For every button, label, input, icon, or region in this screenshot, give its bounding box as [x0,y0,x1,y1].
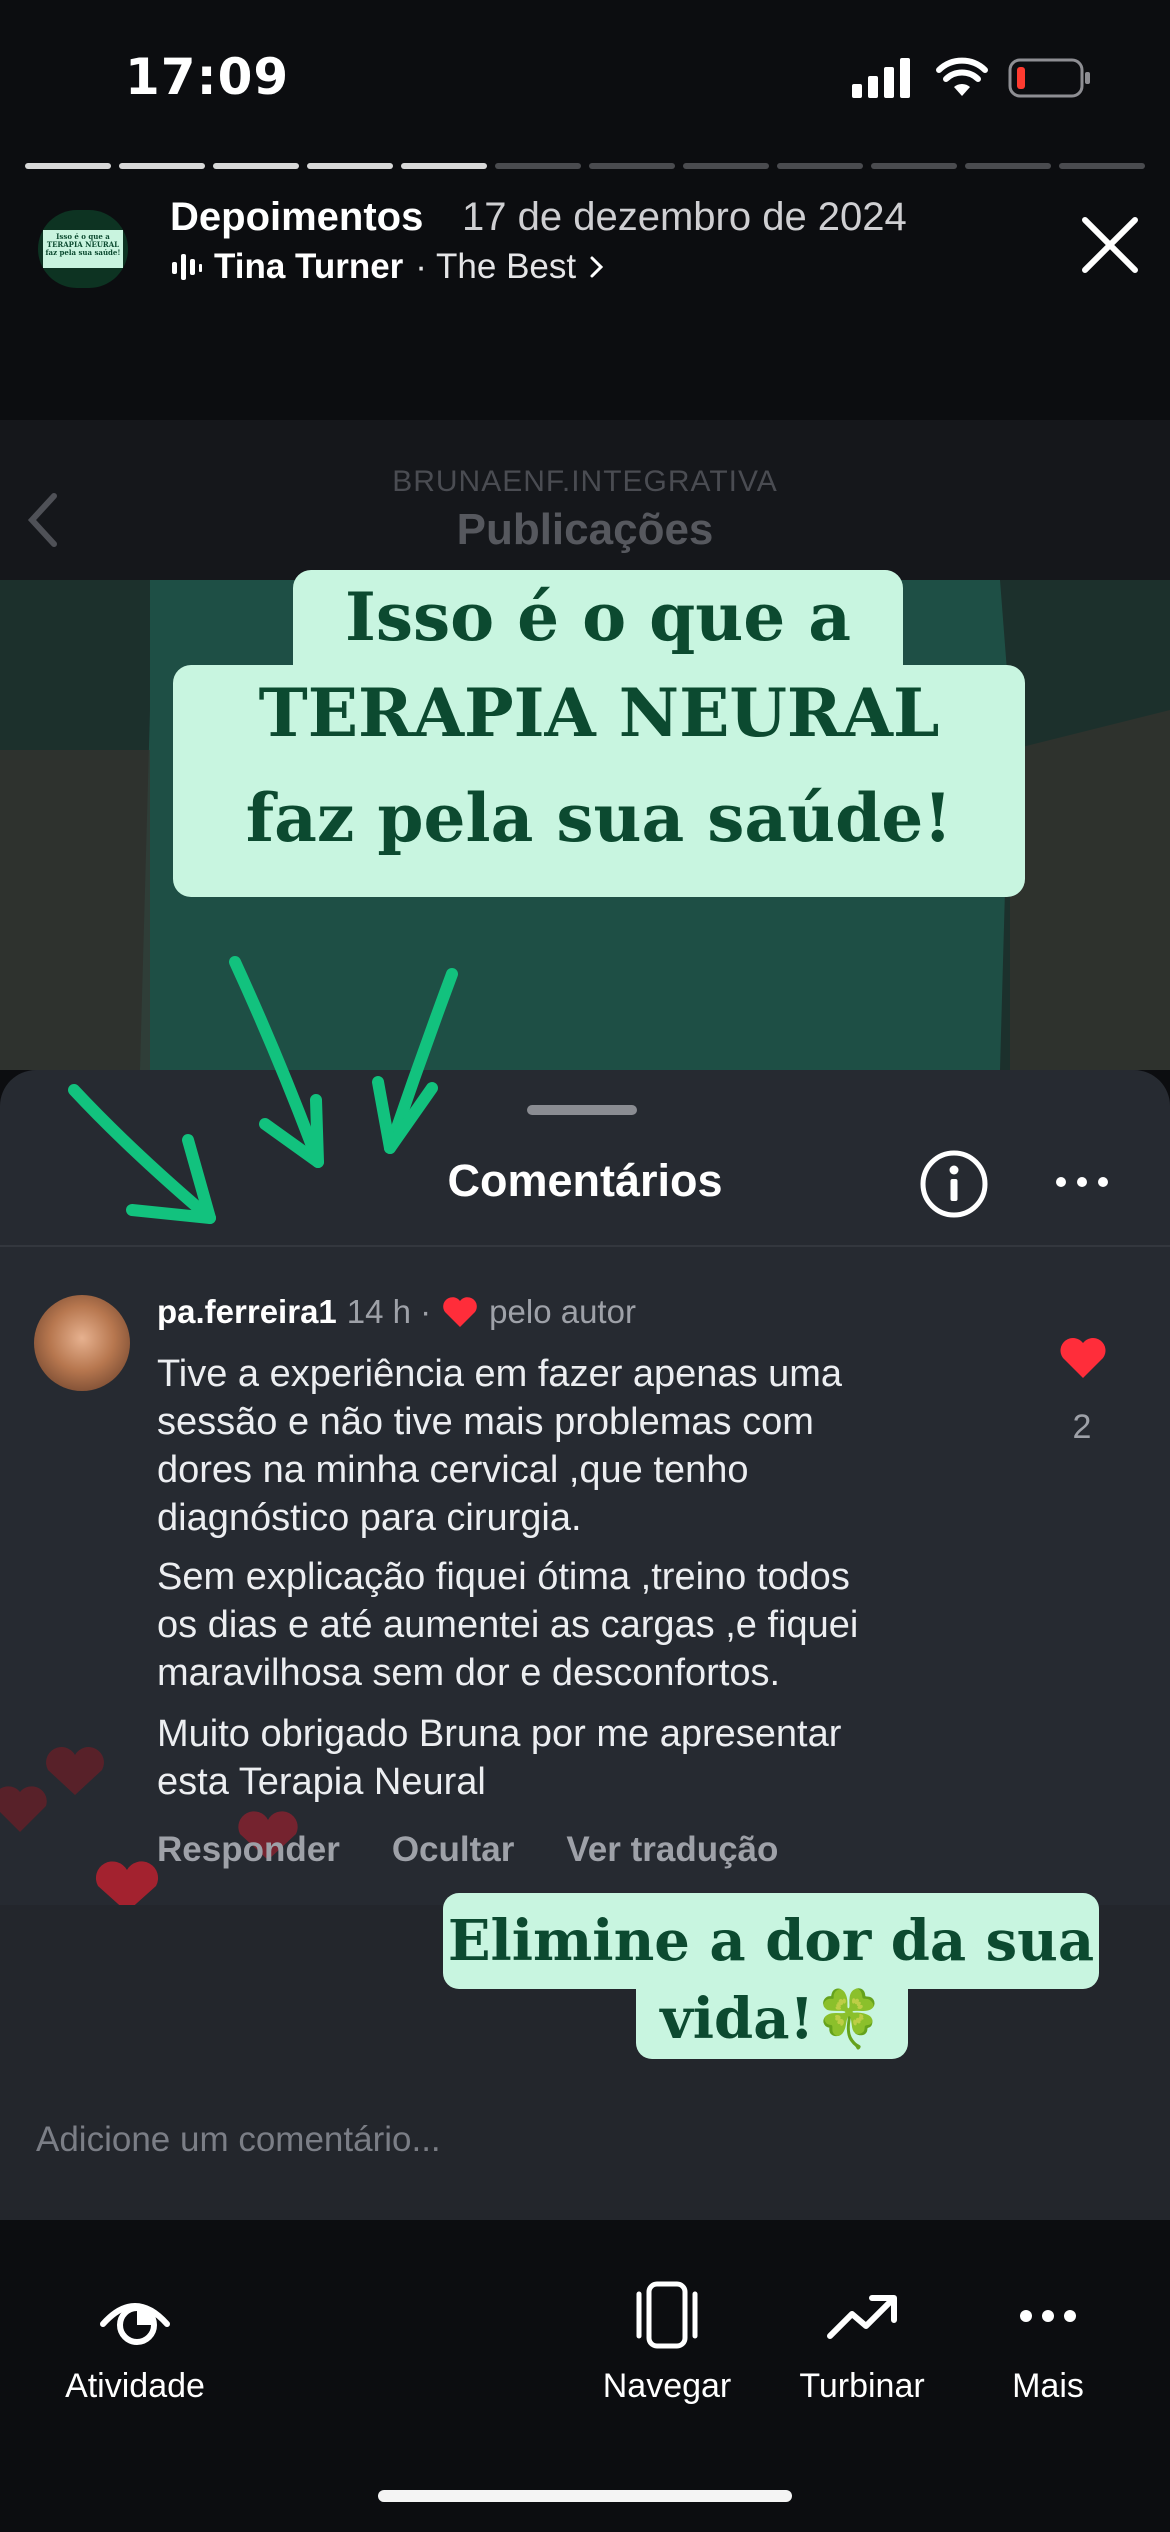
more-horizontal-icon [1020,2310,1076,2322]
progress-segment [495,163,581,169]
story-avatar[interactable]: Isso é o que a TERAPIA NEURAL faz pela sua… [38,210,128,288]
trending-up-icon [827,2295,897,2339]
status-bar: 17:09 [0,0,1170,150]
like-heart-icon[interactable] [1058,1335,1108,1381]
divider [0,1245,1170,1247]
post-account-name: BRUNAENF.INTEGRATIVA [392,465,778,498]
progress-segment [589,163,675,169]
comment-time: 14 h · [346,1293,432,1330]
story-progress-bar [25,163,1145,169]
music-attribution[interactable]: Tina Turner · The Best [172,247,606,287]
home-indicator[interactable] [378,2490,792,2502]
story-date: 17 de dezembro de 2024 [462,195,907,239]
comment-line: diagnóstico para cirurgia. [157,1497,582,1539]
audio-bars-icon [172,254,202,280]
story-avatar-thumbnail: Isso é o que a TERAPIA NEURAL faz pela sua… [43,230,123,268]
progress-segment [119,163,205,169]
sheet-drag-handle[interactable] [527,1105,637,1115]
post-section-title: Publicações [456,505,714,554]
headline-line-3: faz pela sua saúde! [173,762,1025,897]
comment-line: dores na minha cervical ,que tenho [157,1449,749,1491]
comment-actions: Responder Ocultar Ver tradução [157,1830,778,1870]
progress-segment [307,163,393,169]
nav-more[interactable]: Mais [958,2280,1138,2406]
progress-segment [683,163,769,169]
comment-paragraph: Tive a experiência em fazer apenas uma s… [157,1350,987,1542]
hide-button[interactable]: Ocultar [392,1830,515,1870]
progress-segment [965,163,1051,169]
nav-boost[interactable]: Turbinar [772,2280,952,2406]
progress-segment [1059,163,1145,169]
nav-browse[interactable]: Navegar [577,2280,757,2406]
comment-line: Sem explicação fiquei ótima ,treino todo… [157,1556,850,1598]
info-icon[interactable] [918,1148,990,1220]
more-options-icon[interactable] [1055,1170,1109,1194]
heart-icon [443,1297,477,1327]
nav-activity[interactable]: Atividade [45,2280,225,2406]
like-count: 2 [1072,1408,1092,1446]
battery-icon [1008,58,1090,98]
post-header [0,420,1170,580]
nav-browse-label: Navegar [602,2367,732,2405]
progress-segment [401,163,487,169]
liked-by-author-label: pelo autor [489,1293,636,1330]
nav-boost-label: Turbinar [799,2367,925,2405]
comment-line: maravilhosa sem dor e desconfortos. [157,1652,781,1694]
browse-icon [636,2281,698,2349]
close-icon[interactable] [1075,210,1145,280]
music-artist: Tina Turner [214,247,404,286]
music-song: · The Best [415,247,577,286]
status-time: 17:09 [125,48,290,106]
eye-icon [100,2303,170,2345]
reply-button[interactable]: Responder [157,1830,340,1870]
progress-segment [871,163,957,169]
footer-sticker-line-2: vida!🍀 [636,1989,908,2059]
comment-meta: pa.ferreira1 14 h · pelo autor [157,1293,636,1331]
comment-line: os dias e até aumentei as cargas ,e fiqu… [157,1604,859,1646]
nav-more-label: Mais [1012,2367,1084,2405]
translate-button[interactable]: Ver tradução [566,1830,778,1870]
nav-activity-label: Atividade [65,2367,205,2405]
progress-segment [213,163,299,169]
comment-avatar[interactable] [34,1295,130,1391]
comments-title: Comentários [447,1155,723,1206]
chevron-right-icon [590,256,604,278]
wifi-icon [936,57,988,96]
comment-username[interactable]: pa.ferreira1 [157,1293,337,1331]
comment-line: Tive a experiência em fazer apenas uma [157,1353,843,1395]
progress-segment [25,163,111,169]
footer-sticker-line-1: Elimine a dor da sua [443,1893,1099,1989]
comment-line: sessão e não tive mais problemas com [157,1401,814,1443]
progress-segment [777,163,863,169]
story-title[interactable]: Depoimentos [170,195,423,240]
headline-line-2: TERAPIA NEURAL [173,665,1025,762]
comment-paragraph: Sem explicação fiquei ótima ,treino todo… [157,1553,987,1697]
signal-icon [852,58,910,98]
add-comment-input[interactable]: Adicione um comentário... [36,2120,441,2160]
headline-line-1: Isso é o que a [293,570,903,665]
